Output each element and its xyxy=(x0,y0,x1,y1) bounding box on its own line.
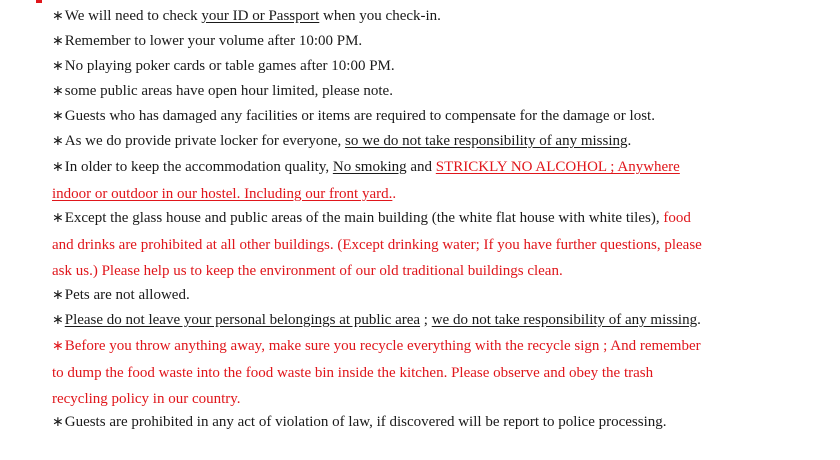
rule-text: In older to keep the accommodation quali… xyxy=(64,159,333,175)
rule-recycling-line-2: to dump the food waste into the food was… xyxy=(52,364,653,382)
bullet-mark: ∗ xyxy=(52,108,64,124)
rule-text: when you check-in. xyxy=(319,8,441,24)
bullet-mark: ∗ xyxy=(52,8,64,24)
rule-text: . xyxy=(392,186,397,202)
bullet-mark: ∗ xyxy=(52,83,64,99)
rule-red-text: food xyxy=(663,210,691,226)
rule-no-smoking-continued: indoor or outdoor in our hostel. Includi… xyxy=(52,185,396,203)
bullet-mark: ∗ xyxy=(52,33,64,49)
rule-text: Pets are not allowed. xyxy=(64,287,190,303)
hostel-rules-document: ∗We will need to check your ID or Passpo… xyxy=(0,0,840,460)
bullet-mark: ∗ xyxy=(52,414,64,430)
rule-underlined-text: your ID or Passport xyxy=(201,8,320,24)
bullet-mark: ∗ xyxy=(52,133,64,149)
rule-food-drinks-line-2: and drinks are prohibited at all other b… xyxy=(52,236,702,254)
rule-red-underlined-text: indoor or outdoor in our hostel. Includi… xyxy=(52,186,393,202)
rule-underlined-text: we do not take responsibility of any mis… xyxy=(431,312,698,328)
rule-pets: ∗Pets are not allowed. xyxy=(52,286,190,304)
rule-red-text: to dump the food waste into the food was… xyxy=(52,365,654,381)
rule-text: . xyxy=(627,133,632,149)
rule-belongings: ∗Please do not leave your personal belon… xyxy=(52,311,701,329)
rule-recycling: ∗Before you throw anything away, make su… xyxy=(52,337,701,355)
rule-red-text: Before you throw anything away, make sur… xyxy=(64,338,701,354)
rule-public-areas: ∗some public areas have open hour limite… xyxy=(52,82,393,100)
rule-food-drinks: ∗Except the glass house and public areas… xyxy=(52,209,691,227)
rule-text: As we do provide private locker for ever… xyxy=(64,133,346,149)
rule-no-smoking: ∗In older to keep the accommodation qual… xyxy=(52,158,680,176)
rule-text: . xyxy=(697,312,701,328)
rule-locker: ∗As we do provide private locker for eve… xyxy=(52,132,631,150)
rule-law: ∗Guests are prohibited in any act of vio… xyxy=(52,413,667,431)
rule-red-underlined-text: STRICKLY NO ALCOHOL ; Anywhere xyxy=(435,159,680,175)
bullet-mark: ∗ xyxy=(52,338,64,354)
rule-text: Except the glass house and public areas … xyxy=(64,210,664,226)
rule-text: Guests who has damaged any facilities or… xyxy=(64,108,655,124)
rule-poker: ∗No playing poker cards or table games a… xyxy=(52,57,395,75)
rule-food-drinks-line-3: ask us.) Please help us to keep the envi… xyxy=(52,262,563,280)
rule-underlined-text: so we do not take responsibility of any … xyxy=(345,133,628,149)
rule-text: No playing poker cards or table games af… xyxy=(64,58,395,74)
rule-text: We will need to check xyxy=(64,8,202,24)
rule-text: Remember to lower your volume after 10:0… xyxy=(64,33,363,49)
rule-recycling-line-3: recycling policy in our country. xyxy=(52,390,241,408)
rule-red-text: ask us.) Please help us to keep the envi… xyxy=(52,263,563,279)
bullet-mark: ∗ xyxy=(52,287,64,303)
bullet-mark: ∗ xyxy=(52,210,64,226)
rule-text: Guests are prohibited in any act of viol… xyxy=(64,414,667,430)
bullet-mark: ∗ xyxy=(52,58,64,74)
top-red-mark xyxy=(36,0,42,3)
rule-red-text: and drinks are prohibited at all other b… xyxy=(52,237,702,253)
bullet-mark: ∗ xyxy=(52,159,64,175)
rule-text: and xyxy=(406,159,436,175)
rule-id-check: ∗We will need to check your ID or Passpo… xyxy=(52,7,441,25)
rule-red-text: recycling policy in our country. xyxy=(52,391,241,407)
rule-volume: ∗Remember to lower your volume after 10:… xyxy=(52,32,362,50)
rule-text: some public areas have open hour limited… xyxy=(64,83,393,99)
rule-damage: ∗Guests who has damaged any facilities o… xyxy=(52,107,655,125)
rule-underlined-text: Please do not leave your personal belong… xyxy=(64,312,421,328)
bullet-mark: ∗ xyxy=(52,312,64,328)
rule-underlined-text: No smoking xyxy=(332,159,407,175)
rule-text: ; xyxy=(420,312,432,328)
